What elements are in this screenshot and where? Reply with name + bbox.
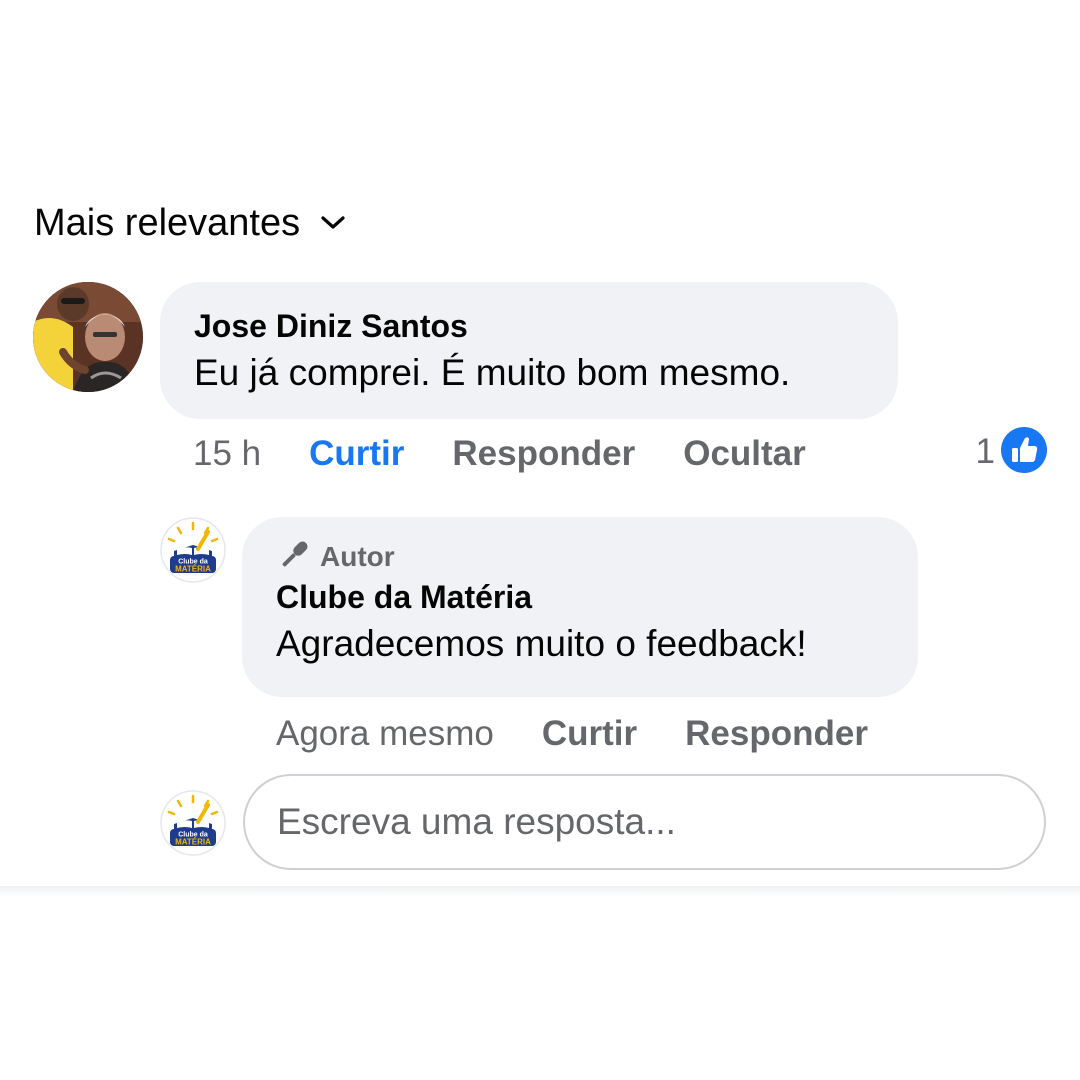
hide-button[interactable]: Ocultar (683, 434, 806, 474)
comments-section: Mais relevantes Jose Diniz Santos Eu já … (0, 0, 1080, 1080)
thumbs-up-icon (1001, 426, 1047, 478)
composer-avatar[interactable]: Clube da MATÉRIA (160, 790, 226, 856)
reply-reply-button[interactable]: Responder (685, 714, 868, 754)
section-divider (0, 886, 1080, 896)
commenter-avatar[interactable] (33, 282, 143, 392)
comment-actions: 15 h Curtir Responder Ocultar (193, 432, 806, 476)
chevron-down-icon (320, 215, 346, 231)
reply-like-button[interactable]: Curtir (542, 714, 637, 754)
author-badge: Autor (276, 537, 918, 577)
logo-text-line2: MATÉRIA (175, 838, 211, 847)
sort-dropdown[interactable]: Mais relevantes (34, 198, 346, 248)
comment-timestamp[interactable]: 15 h (193, 434, 261, 474)
reply-input[interactable] (243, 774, 1046, 870)
reply-author[interactable]: Clube da Matéria (276, 577, 918, 617)
reply-text: Agradecemos muito o feedback! (276, 623, 807, 664)
author-badge-label: Autor (320, 541, 395, 572)
like-button[interactable]: Curtir (309, 434, 404, 474)
reaction-summary[interactable]: 1 (975, 426, 1047, 478)
comment-text: Eu já comprei. É muito bom mesmo. (194, 352, 791, 393)
reply-button[interactable]: Responder (452, 434, 635, 474)
page-avatar[interactable]: Clube da MATÉRIA (160, 517, 226, 583)
comment-author[interactable]: Jose Diniz Santos (194, 306, 898, 346)
reaction-count: 1 (975, 432, 995, 471)
comment-bubble: Jose Diniz Santos Eu já comprei. É muito… (160, 282, 898, 419)
sort-label: Mais relevantes (34, 201, 301, 244)
logo-text-line2: MATÉRIA (175, 565, 211, 574)
reply-timestamp[interactable]: Agora mesmo (276, 714, 494, 754)
reply-actions: Agora mesmo Curtir Responder (276, 712, 868, 756)
microphone-icon (276, 537, 312, 578)
reply-bubble: Autor Clube da Matéria Agradecemos muito… (242, 517, 918, 697)
